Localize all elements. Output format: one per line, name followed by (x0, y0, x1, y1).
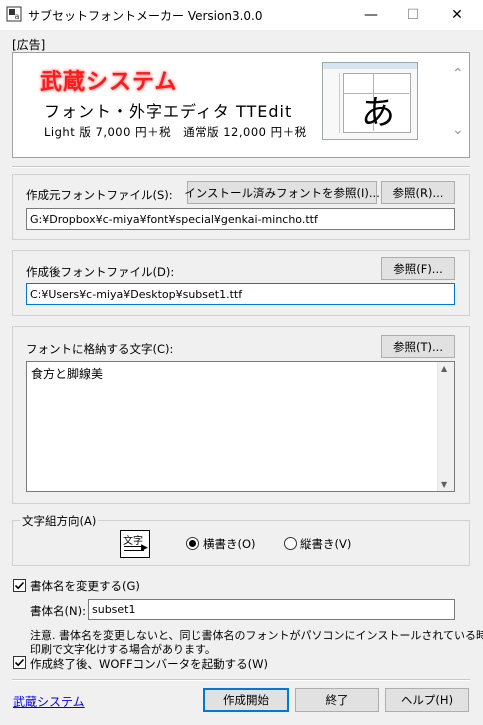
output-font-input[interactable]: C:¥Users¥c-miya¥Desktop¥subset1.ttf (26, 283, 455, 305)
ad-scroll-up-icon[interactable]: ⌃ (452, 66, 464, 82)
check-icon (14, 581, 25, 590)
browse-installed-fonts-button[interactable]: インストール済みフォントを参照(I)... (184, 181, 380, 204)
vertical-radio[interactable] (284, 537, 297, 550)
rename-checkbox-label[interactable]: 書体名を変更する(G) (30, 578, 140, 594)
horizontal-writing-icon: 文字 ▶ (120, 530, 150, 558)
horizontal-radio[interactable] (186, 537, 199, 550)
characters-label: フォントに格納する文字(C): (26, 342, 174, 356)
close-button[interactable]: ✕ (437, 0, 477, 30)
window-title: サブセットフォントメーカー Version3.0.0 (28, 9, 263, 23)
ad-brand: 武蔵システム (40, 70, 178, 95)
close-icon: ✕ (451, 7, 463, 23)
ad-label: [広告] (12, 38, 46, 52)
create-button[interactable]: 作成開始 (203, 688, 289, 712)
vertical-radio-label[interactable]: 縦書き(V) (300, 536, 351, 552)
characters-textarea[interactable]: 食方と脚線美 ▲ ▼ (26, 361, 455, 492)
ad-screenshot-thumbnail: あ (322, 62, 418, 140)
musashi-system-link[interactable]: 武蔵システム (13, 693, 85, 710)
writing-icon-text: 文字 (123, 536, 143, 547)
exit-button[interactable]: 終了 (295, 688, 379, 712)
characters-scrollbar[interactable]: ▲ ▼ (437, 362, 454, 491)
font-name-input[interactable]: subset1 (88, 599, 455, 620)
browse-source-button[interactable]: 参照(R)... (381, 181, 455, 204)
help-button[interactable]: ヘルプ(H) (385, 688, 469, 712)
ad-scroll-down-icon[interactable]: ⌄ (452, 122, 464, 138)
arrow-right-icon: ▶ (141, 543, 148, 553)
thumb-character: あ (361, 93, 395, 133)
rename-note-line2: 印刷で文字化けする場合があります。 (30, 643, 216, 656)
woff-checkbox[interactable] (13, 656, 26, 669)
svg-text:a: a (15, 12, 20, 21)
source-font-input[interactable]: G:¥Dropbox¥c-miya¥font¥special¥genkai-mi… (26, 208, 455, 230)
ad-price: Light 版 7,000 円＋税 通常版 12,000 円＋税 (44, 125, 307, 139)
minimize-button[interactable]: — (351, 0, 391, 30)
output-font-label: 作成後フォントファイル(D): (26, 265, 175, 279)
font-name-label: 書体名(N): (30, 604, 86, 618)
scroll-up-icon[interactable]: ▲ (441, 364, 447, 373)
maximize-icon: ☐ (406, 7, 420, 23)
separator (12, 166, 470, 168)
characters-text: 食方と脚線美 (31, 367, 104, 381)
rename-checkbox[interactable] (13, 579, 26, 592)
minimize-icon: — (364, 7, 378, 23)
browse-output-button[interactable]: 参照(F)... (381, 257, 455, 280)
scroll-down-icon[interactable]: ▼ (441, 480, 447, 489)
maximize-button[interactable]: ☐ (393, 0, 433, 30)
separator (12, 679, 470, 681)
browse-characters-button[interactable]: 参照(T)... (381, 335, 455, 358)
check-icon (14, 658, 25, 667)
direction-label: 文字組方向(A) (20, 513, 99, 529)
ad-title: フォント・外字エディタ TTEdit (44, 102, 293, 121)
woff-checkbox-label[interactable]: 作成終了後、WOFFコンバータを起動する(W) (30, 656, 268, 672)
app-icon: a (6, 6, 22, 22)
horizontal-radio-label[interactable]: 横書き(O) (203, 536, 256, 552)
source-font-label: 作成元フォントファイル(S): (26, 188, 173, 202)
